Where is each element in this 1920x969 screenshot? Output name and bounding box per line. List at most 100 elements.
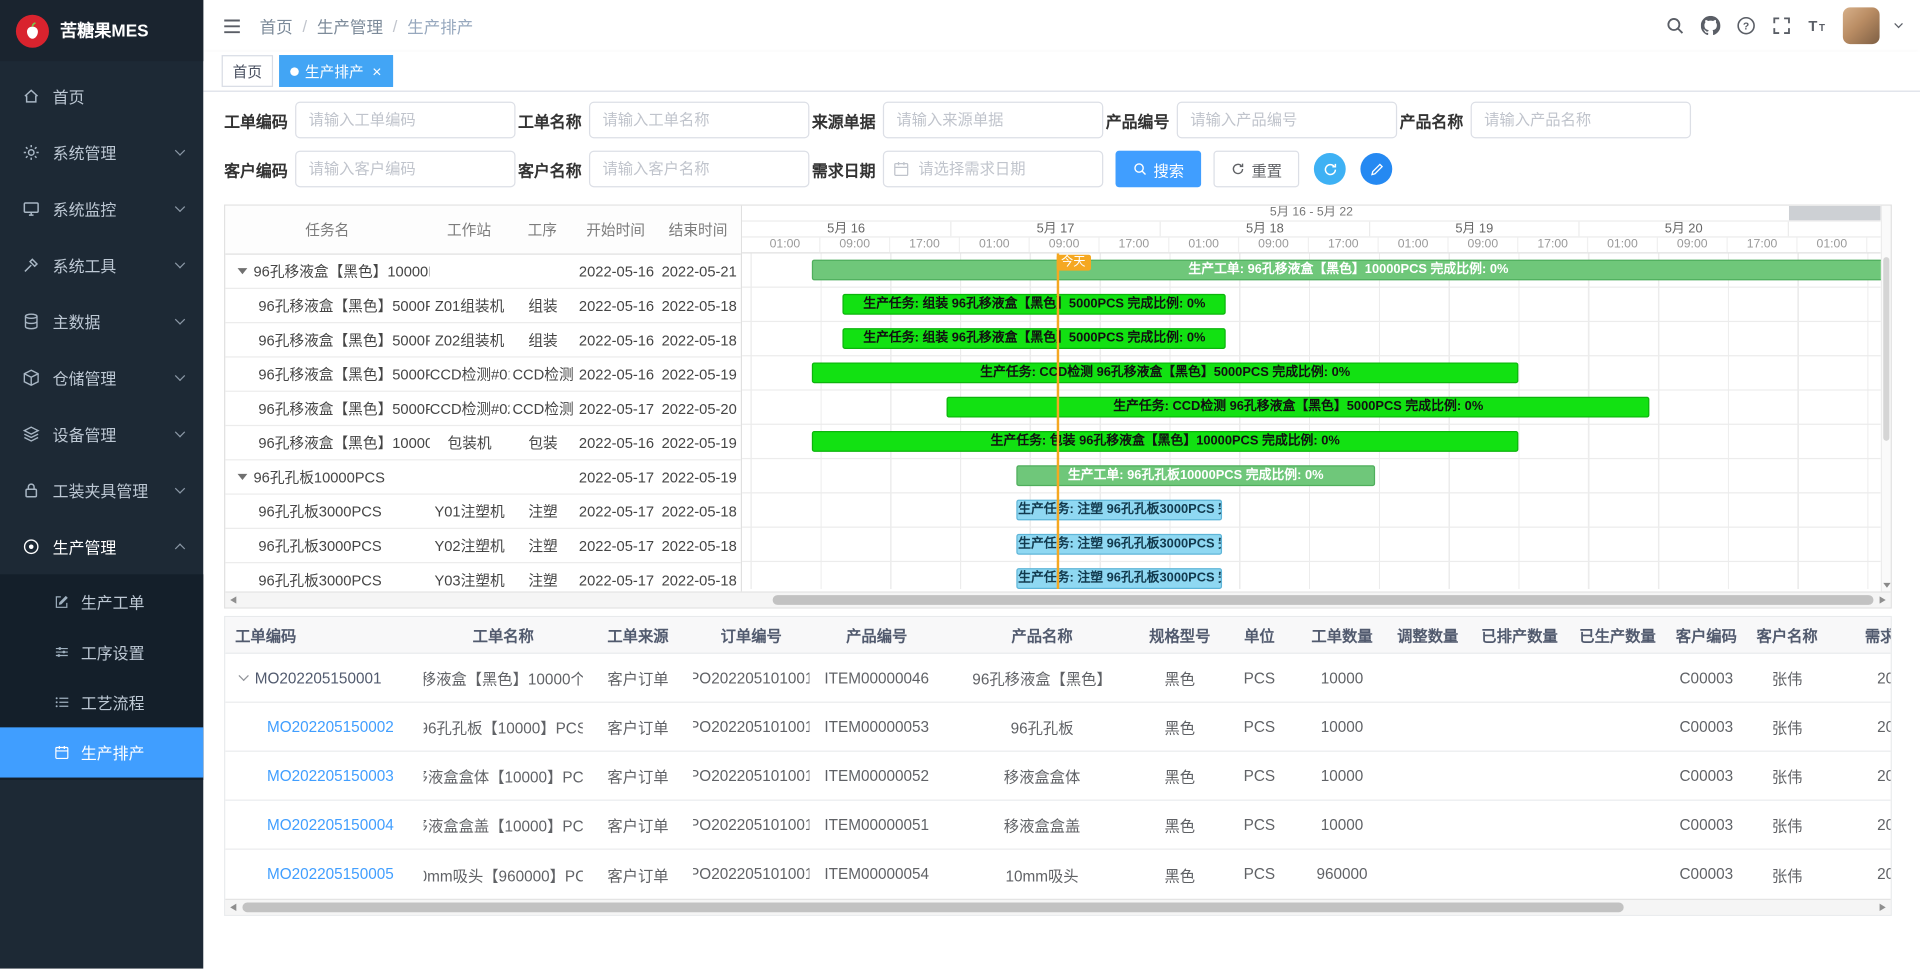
table-row[interactable]: MO202205150003 移液盒盒体【10000】PCS客户订单PO2022…: [225, 752, 1890, 801]
sidebar-item-equipment-mgmt[interactable]: 设备管理: [0, 405, 203, 461]
submenu-item-scheduling[interactable]: 生产排产: [0, 727, 203, 777]
work-order-link[interactable]: MO202205150003: [267, 767, 394, 784]
gantt-grid-row[interactable]: 96孔移液盒【黑色】10000PCS 包装机 包装 2022-05-16 202…: [225, 426, 741, 460]
gantt-bar[interactable]: 生产工单: 96孔孔板10000PCS 完成比例: 0%: [1017, 465, 1375, 486]
scrollbar-thumb[interactable]: [242, 902, 1623, 912]
table-cell: PO202205101001: [693, 654, 809, 702]
breadcrumb-item[interactable]: 首页: [260, 13, 293, 37]
table-cell: [1471, 752, 1569, 800]
gantt-bar[interactable]: 生产任务: 组装 96孔移液盒【黑色】5000PCS 完成比例: 0%: [842, 328, 1226, 349]
work-order-name-input[interactable]: [589, 102, 809, 139]
table-row[interactable]: MO202205150005 10mm吸头【960000】PCS客户订单PO20…: [225, 850, 1890, 899]
table-horizontal-scrollbar[interactable]: [225, 899, 1890, 915]
fullscreen-icon[interactable]: [1772, 16, 1792, 36]
sidebar-item-system-monitor[interactable]: 系统监控: [0, 180, 203, 236]
task-process: CCD检测: [509, 398, 576, 419]
task-end: 2022-05-19: [656, 468, 740, 485]
table-row[interactable]: MO202205150004 移液盒盒盖【10000】PCS客户订单PO2022…: [225, 801, 1890, 850]
demand-date-input[interactable]: [883, 151, 1103, 188]
gantt-grid-row[interactable]: 96孔孔板10000PCS 2022-05-17 2022-05-19: [225, 460, 741, 494]
sidebar-item-fixture-mgmt[interactable]: 工装夹具管理: [0, 462, 203, 518]
scroll-right-arrow-icon[interactable]: [1875, 593, 1891, 608]
product-name-input[interactable]: [1471, 102, 1691, 139]
source-doc-input[interactable]: [883, 102, 1103, 139]
chevron-down-icon[interactable]: [1894, 20, 1903, 29]
gear-icon: [22, 143, 40, 161]
collapse-caret-icon[interactable]: [238, 268, 248, 274]
sidebar-item-warehouse-mgmt[interactable]: 仓储管理: [0, 349, 203, 405]
tab-close-icon[interactable]: ×: [372, 63, 381, 79]
task-station: 包装机: [430, 432, 510, 453]
reset-button[interactable]: 重置: [1213, 151, 1299, 188]
tab-0[interactable]: 首页: [222, 55, 273, 87]
gantt-bar[interactable]: 生产任务: 组装 96孔移液盒【黑色】5000PCS 完成比例: 0%: [842, 294, 1226, 315]
gantt-horizontal-scrollbar[interactable]: [225, 591, 1890, 607]
gantt-grid-row[interactable]: 96孔移液盒【黑色】5000PCS Z02组装机 组装 2022-05-16 2…: [225, 323, 741, 357]
gantt-bar[interactable]: 生产任务: CCD检测 96孔移液盒【黑色】5000PCS 完成比例: 0%: [947, 397, 1649, 418]
timeline-day-label: [1789, 222, 1881, 237]
gantt-bar[interactable]: 生产任务: CCD检测 96孔移液盒【黑色】5000PCS 完成比例: 0%: [812, 362, 1519, 383]
table-body: MO202205150001 移液盒【黑色】10000个客户订单PO202205…: [225, 654, 1890, 899]
gantt-vertical-scrollbar[interactable]: [1881, 206, 1891, 592]
task-start: 2022-05-16: [577, 297, 657, 314]
submenu-item-process-setting[interactable]: 工序设置: [0, 627, 203, 677]
submenu-item-craft-flow[interactable]: 工艺流程: [0, 677, 203, 727]
submenu-item-work-order[interactable]: 生产工单: [0, 577, 203, 627]
work-order-code-input[interactable]: [295, 102, 515, 139]
help-icon[interactable]: ?: [1736, 16, 1756, 36]
filter-form: 工单编码 工单名称 来源单据 产品编号 产品名称 客户编码 客户名称 需求日期 …: [224, 102, 1920, 188]
sidebar-item-system-mgmt[interactable]: 系统管理: [0, 124, 203, 180]
collapse-caret-icon[interactable]: [238, 474, 248, 480]
work-order-link[interactable]: MO202205150001: [255, 669, 382, 686]
sidebar-item-master-data[interactable]: 主数据: [0, 293, 203, 349]
timeline-hour-label: 09:00: [1658, 238, 1728, 253]
customer-name-input[interactable]: [589, 151, 809, 188]
table-cell: PCS: [1220, 752, 1300, 800]
gantt-grid-row[interactable]: 96孔孔板3000PCS Y01注塑机 注塑 2022-05-17 2022-0…: [225, 495, 741, 529]
gantt-grid-row[interactable]: 96孔孔板3000PCS Y02注塑机 注塑 2022-05-17 2022-0…: [225, 529, 741, 563]
refresh-circle-button[interactable]: [1314, 153, 1346, 185]
search-button[interactable]: 搜索: [1116, 151, 1202, 188]
filter-field-customer-name: 客户名称: [518, 151, 812, 188]
chevron-down-icon: [175, 483, 185, 493]
tab-1[interactable]: 生产排产×: [279, 55, 392, 87]
github-icon[interactable]: [1701, 16, 1721, 36]
gantt-grid-row[interactable]: 96孔移液盒【黑色】5000PCS Z01组装机 组装 2022-05-16 2…: [225, 289, 741, 323]
sidebar-item-system-tools[interactable]: 系统工具: [0, 236, 203, 292]
gantt-grid-row[interactable]: 96孔移液盒【黑色】5000PCS CCD检测#01 CCD检测 2022-05…: [225, 358, 741, 392]
work-order-link[interactable]: MO202205150005: [267, 866, 394, 883]
breadcrumb-item[interactable]: 生产管理: [317, 13, 383, 37]
gantt-bar[interactable]: 生产任务: 包装 96孔移液盒【黑色】10000PCS 完成比例: 0%: [812, 431, 1519, 452]
user-avatar[interactable]: [1843, 7, 1880, 44]
gantt-bar[interactable]: 生产任务: 注塑 96孔孔板3000PCS 完成比例: 0%: [1017, 568, 1222, 589]
edit-circle-button[interactable]: [1360, 153, 1392, 185]
scrollbar-thumb[interactable]: [773, 595, 1874, 605]
customer-code-input[interactable]: [295, 151, 515, 188]
table-row[interactable]: MO202205150002 96孔孔板【10000】PCS客户订单PO2022…: [225, 703, 1890, 752]
gantt-bar[interactable]: 生产工单: 96孔移液盒【黑色】10000PCS 完成比例: 0%: [812, 260, 1881, 281]
sidebar-item-production-mgmt[interactable]: 生产管理: [0, 518, 203, 574]
scroll-left-arrow-icon[interactable]: [225, 900, 241, 915]
search-icon[interactable]: [1665, 16, 1685, 36]
scrollbar-thumb[interactable]: [1883, 257, 1889, 441]
row-expand-caret[interactable]: [238, 671, 248, 681]
work-order-link[interactable]: MO202205150002: [267, 718, 394, 735]
scroll-down-arrow-icon[interactable]: [1883, 583, 1890, 588]
gantt-bar[interactable]: 生产任务: 注塑 96孔孔板3000PCS 完成比例: 0%: [1017, 500, 1222, 521]
table-cell: 客户订单: [583, 752, 693, 800]
scroll-right-arrow-icon[interactable]: [1875, 900, 1891, 915]
product-code-input[interactable]: [1177, 102, 1397, 139]
gantt-grid-row[interactable]: 96孔移液盒【黑色】5000PCS CCD检测#02 CCD检测 2022-05…: [225, 392, 741, 426]
gantt-grid-row[interactable]: 96孔移液盒【黑色】10000PCS 2022-05-16 2022-05-21: [225, 255, 741, 289]
gantt-grid-row[interactable]: 96孔孔板3000PCS Y03注塑机 注塑 2022-05-17 2022-0…: [225, 563, 741, 590]
fontsize-icon[interactable]: TT: [1807, 16, 1827, 36]
table-cell: PO202205101001: [693, 850, 809, 899]
sidebar-item-home[interactable]: 首页: [0, 67, 203, 123]
work-order-link[interactable]: MO202205150004: [267, 816, 394, 833]
gantt-bar[interactable]: 生产任务: 注塑 96孔孔板3000PCS 完成比例: 0%: [1017, 534, 1222, 555]
hamburger-icon[interactable]: [222, 15, 243, 36]
scroll-left-arrow-icon[interactable]: [225, 593, 241, 608]
timeline-day-label: 5月 16: [742, 222, 951, 237]
logo-icon: [16, 14, 49, 47]
table-row[interactable]: MO202205150001 移液盒【黑色】10000个客户订单PO202205…: [225, 654, 1890, 703]
